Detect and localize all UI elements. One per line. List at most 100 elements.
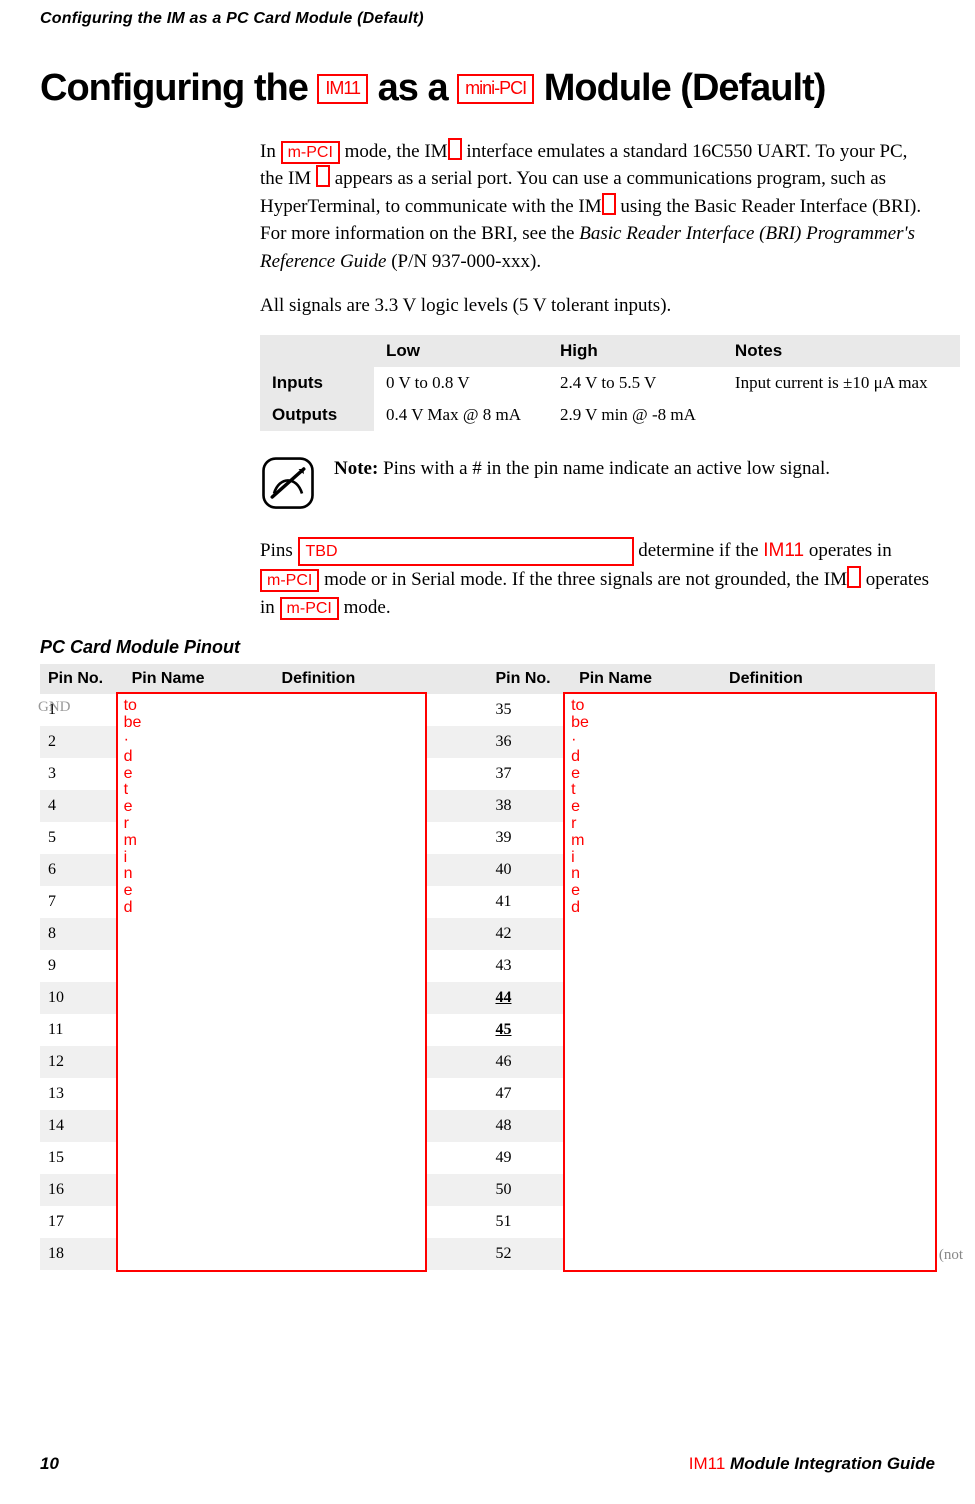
p3-hair <box>847 566 861 588</box>
voltage-head-blank <box>260 335 374 367</box>
pinout-right-pinno: 44 <box>487 982 571 1014</box>
voltage-outputs-label: Outputs <box>260 399 374 431</box>
title-part2: as a <box>378 67 458 109</box>
pinout-left-pinno: 2 <box>40 726 124 758</box>
running-head: Configuring the IM as a PC Card Module (… <box>40 10 935 28</box>
p3-t1: Pins <box>260 540 298 561</box>
overlay-left-vertical: ·determined <box>124 732 420 917</box>
page-footer: 10 IM11 Module Integration Guide <box>40 1454 935 1474</box>
pinout-head-3: Definition <box>274 664 488 694</box>
footer-page-number: 10 <box>40 1454 59 1474</box>
voltage-head-low: Low <box>374 335 548 367</box>
overlay-right-to: to <box>571 698 929 715</box>
voltage-table: Low High Notes Inputs 0 V to 0.8 V 2.4 V… <box>260 335 960 431</box>
p1-mode-box: m-PCI <box>281 141 340 164</box>
pinout-head-1: Pin No. <box>40 664 124 694</box>
pinout-left-pinno: 5 <box>40 822 124 854</box>
p1-hair-1 <box>448 138 462 160</box>
pinout-left-pinno: 15 <box>40 1142 124 1174</box>
pinout-left-pinno: 12 <box>40 1046 124 1078</box>
voltage-outputs-notes <box>723 399 960 431</box>
pinout-wrap: GND Ground V Pin No. Pin Name Definition… <box>40 664 935 1270</box>
pinout-left-pinno: 9 <box>40 950 124 982</box>
voltage-inputs-notes: Input current is ±10 μA max <box>723 367 960 399</box>
voltage-head-row: Low High Notes <box>260 335 960 367</box>
voltage-head-notes: Notes <box>723 335 960 367</box>
p1-hair-2 <box>316 165 330 187</box>
pinout-left-pinno: 16 <box>40 1174 124 1206</box>
body-content: In m-PCI mode, the IM interface emulates… <box>260 138 935 622</box>
title-redbox-mode: mini-PCI <box>457 74 534 104</box>
p3-t4: mode or in Serial mode. If the three sig… <box>319 569 847 590</box>
footer-guide: Module Integration Guide <box>725 1454 935 1473</box>
pinout-right-pinno: 51 <box>487 1206 571 1238</box>
overlay-left-to: to <box>124 698 420 715</box>
title-redbox-device: IM11 <box>317 74 368 104</box>
p3-mode-box-2: m-PCI <box>280 597 339 620</box>
voltage-inputs-low: 0 V to 0.8 V <box>374 367 548 399</box>
pinout-head-row: Pin No. Pin Name Definition Pin No. Pin … <box>40 664 935 694</box>
pinout-right-pinno: 38 <box>487 790 571 822</box>
pinout-right-pinno: 35 <box>487 694 571 726</box>
voltage-outputs-low: 0.4 V Max @ 8 mA <box>374 399 548 431</box>
note-block: Note: Pins with a # in the pin name indi… <box>260 455 935 511</box>
pinout-right-pinno: 43 <box>487 950 571 982</box>
pinout-right-pinno: 45 <box>487 1014 571 1046</box>
voltage-inputs-label: Inputs <box>260 367 374 399</box>
page-title: Configuring the IM11 as a mini-PCI Modul… <box>40 68 935 110</box>
running-head-prefix: Configuring the IM <box>40 10 185 27</box>
p3-tbd-box: TBD <box>298 537 634 566</box>
p3-mode-box-1: m-PCI <box>260 569 319 592</box>
pinout-left-pinno: 7 <box>40 886 124 918</box>
voltage-inputs-high: 2.4 V to 5.5 V <box>548 367 723 399</box>
pinout-right-pinno: 49 <box>487 1142 571 1174</box>
p3-t6: mode. <box>339 597 391 618</box>
pinout-head-2: Pin Name <box>124 664 274 694</box>
pinout-right-pinno: 46 <box>487 1046 571 1078</box>
pinout-right-pinno: 42 <box>487 918 571 950</box>
page: Configuring the IM as a PC Card Module (… <box>0 0 975 1504</box>
overlay-right-vertical: ·determined <box>571 732 929 917</box>
overlay-right-label: to be ·determined <box>571 698 929 916</box>
pinout-right-pinno: 39 <box>487 822 571 854</box>
pinout-overlay-left: to be ·determined <box>116 692 428 1272</box>
pinout-right-pinno: 41 <box>487 886 571 918</box>
note-icon <box>260 455 316 511</box>
pinout-heading: PC Card Module Pinout <box>40 637 935 658</box>
pinout-right-pinno: 50 <box>487 1174 571 1206</box>
paragraph-1: In m-PCI mode, the IM interface emulates… <box>260 138 935 276</box>
note-body: Pins with a # in the pin name indicate a… <box>378 458 830 479</box>
pinout-head-6: Definition <box>721 664 935 694</box>
p1-t1: In <box>260 141 281 162</box>
paragraph-2: All signals are 3.3 V logic levels (5 V … <box>260 292 935 320</box>
p3-t3: operates in <box>809 540 892 561</box>
pinout-left-pinno: 13 <box>40 1078 124 1110</box>
pinout-right-pinno: 47 <box>487 1078 571 1110</box>
pinout-left-pinno: 3 <box>40 758 124 790</box>
pinout-right-pinno: 52 <box>487 1238 571 1270</box>
pinout-left-pinno: 17 <box>40 1206 124 1238</box>
title-part3: Module (Default) <box>544 67 826 109</box>
running-head-suffix: as a PC Card Module (Default) <box>185 10 424 27</box>
pinout-left-pinno: 4 <box>40 790 124 822</box>
overlay-right-be: be <box>571 715 929 732</box>
p1-hair-3 <box>602 193 616 215</box>
voltage-row-outputs: Outputs 0.4 V Max @ 8 mA 2.9 V min @ -8 … <box>260 399 960 431</box>
footer-right: IM11 Module Integration Guide <box>689 1454 935 1474</box>
pinout-right-pinno: 48 <box>487 1110 571 1142</box>
pinout-left-pinno: 11 <box>40 1014 124 1046</box>
note-lead: Note: <box>334 458 378 479</box>
overlay-left-label: to be ·determined <box>124 698 420 916</box>
pinout-head-4: Pin No. <box>487 664 571 694</box>
pinout-left-pinno: 10 <box>40 982 124 1014</box>
overlay-left-be: be <box>124 715 420 732</box>
p3-dev: IM11 <box>763 540 804 561</box>
voltage-outputs-high: 2.9 V min @ -8 mA <box>548 399 723 431</box>
pinout-right-pinno: 36 <box>487 726 571 758</box>
title-part1: Configuring the <box>40 67 317 109</box>
paragraph-3: Pins TBD determine if the IM11 operates … <box>260 537 935 621</box>
voltage-head-high: High <box>548 335 723 367</box>
pinout-head-5: Pin Name <box>571 664 721 694</box>
pinout-left-pinno: 6 <box>40 854 124 886</box>
pinout-right-pinno: 40 <box>487 854 571 886</box>
